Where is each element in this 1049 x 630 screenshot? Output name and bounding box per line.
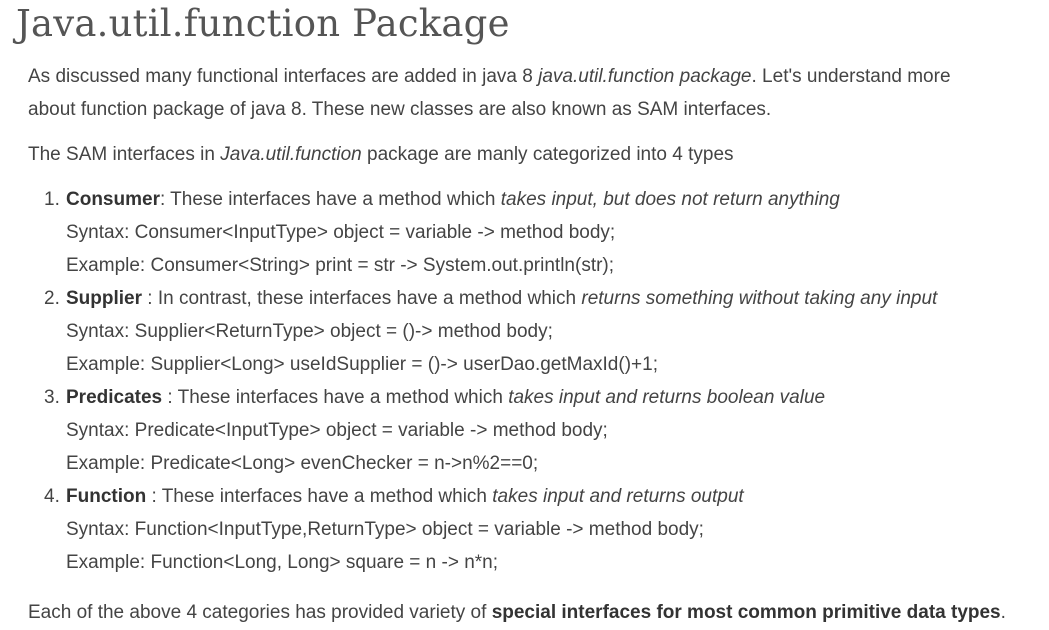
list-item-number: 2. <box>44 288 60 309</box>
list-item-supplier: 2. Supplier : In contrast, these interfa… <box>28 282 1038 381</box>
intro-paragraph: As discussed many functional interfaces … <box>28 60 1038 126</box>
interface-description: takes input, but does not return anythin… <box>500 189 840 210</box>
closing-paragraph: Each of the above 4 categories has provi… <box>28 596 1038 629</box>
intro-text-after: . Let's understand more <box>751 66 951 87</box>
syntax-line: Syntax: Consumer<InputType> object = var… <box>66 222 616 243</box>
interface-name: Supplier <box>66 288 143 309</box>
syntax-line: Syntax: Supplier<ReturnType> object = ()… <box>66 321 553 342</box>
list-item-number: 1. <box>44 189 60 210</box>
intro-line-1: As discussed many functional interfaces … <box>28 66 951 87</box>
categories-intro-text: The SAM interfaces in <box>28 144 221 165</box>
intro-package-name: java.util.function package <box>538 66 752 87</box>
interface-name: Consumer <box>66 189 160 210</box>
interface-summary: : These interfaces have a method which <box>162 387 509 408</box>
intro-text: As discussed many functional interfaces … <box>28 66 539 87</box>
closing-text: Each of the above 4 categories has provi… <box>28 602 492 623</box>
closing-emphasis: special interfaces for most common primi… <box>491 602 1001 623</box>
closing-period: . <box>1000 602 1006 623</box>
example-line: Example: Supplier<Long> useIdSupplier = … <box>66 354 658 375</box>
interface-summary: : These interfaces have a method which <box>146 486 493 507</box>
list-item-consumer: 1. Consumer: These interfaces have a met… <box>28 183 1038 282</box>
categories-intro-paragraph: The SAM interfaces in Java.util.function… <box>28 138 1038 171</box>
interface-summary: : In contrast, these interfaces have a m… <box>142 288 582 309</box>
categories-package-name: Java.util.function <box>220 144 362 165</box>
categories-intro-text-after: package are manly categorized into 4 typ… <box>361 144 734 165</box>
list-item-number: 3. <box>44 387 60 408</box>
interface-description: returns something without taking any inp… <box>581 288 938 309</box>
list-item-predicates: 3. Predicates : These interfaces have a … <box>28 381 1038 480</box>
syntax-line: Syntax: Function<InputType,ReturnType> o… <box>66 519 704 540</box>
list-item-heading: Consumer: These interfaces have a method… <box>66 189 840 210</box>
syntax-line: Syntax: Predicate<InputType> object = va… <box>66 420 608 441</box>
example-line: Example: Predicate<Long> evenChecker = n… <box>66 453 539 474</box>
list-item-heading: Function : These interfaces have a metho… <box>66 486 744 507</box>
intro-line-2: about function package of java 8. These … <box>28 99 772 120</box>
list-item-heading: Predicates : These interfaces have a met… <box>66 387 825 408</box>
article-body: As discussed many functional interfaces … <box>28 60 1038 629</box>
interface-name: Predicates <box>66 387 163 408</box>
page-title: Java.util.function Package <box>16 2 510 45</box>
interface-name: Function <box>66 486 147 507</box>
interface-description: takes input and returns boolean value <box>508 387 826 408</box>
interface-description: takes input and returns output <box>492 486 744 507</box>
list-item-function: 4. Function : These interfaces have a me… <box>28 480 1038 579</box>
list-item-heading: Supplier : In contrast, these interfaces… <box>66 288 937 309</box>
interface-types-list: 1. Consumer: These interfaces have a met… <box>28 183 1038 579</box>
interface-summary: : These interfaces have a method which <box>159 189 501 210</box>
example-line: Example: Consumer<String> print = str ->… <box>66 255 615 276</box>
example-line: Example: Function<Long, Long> square = n… <box>66 552 499 573</box>
list-item-number: 4. <box>44 486 60 507</box>
